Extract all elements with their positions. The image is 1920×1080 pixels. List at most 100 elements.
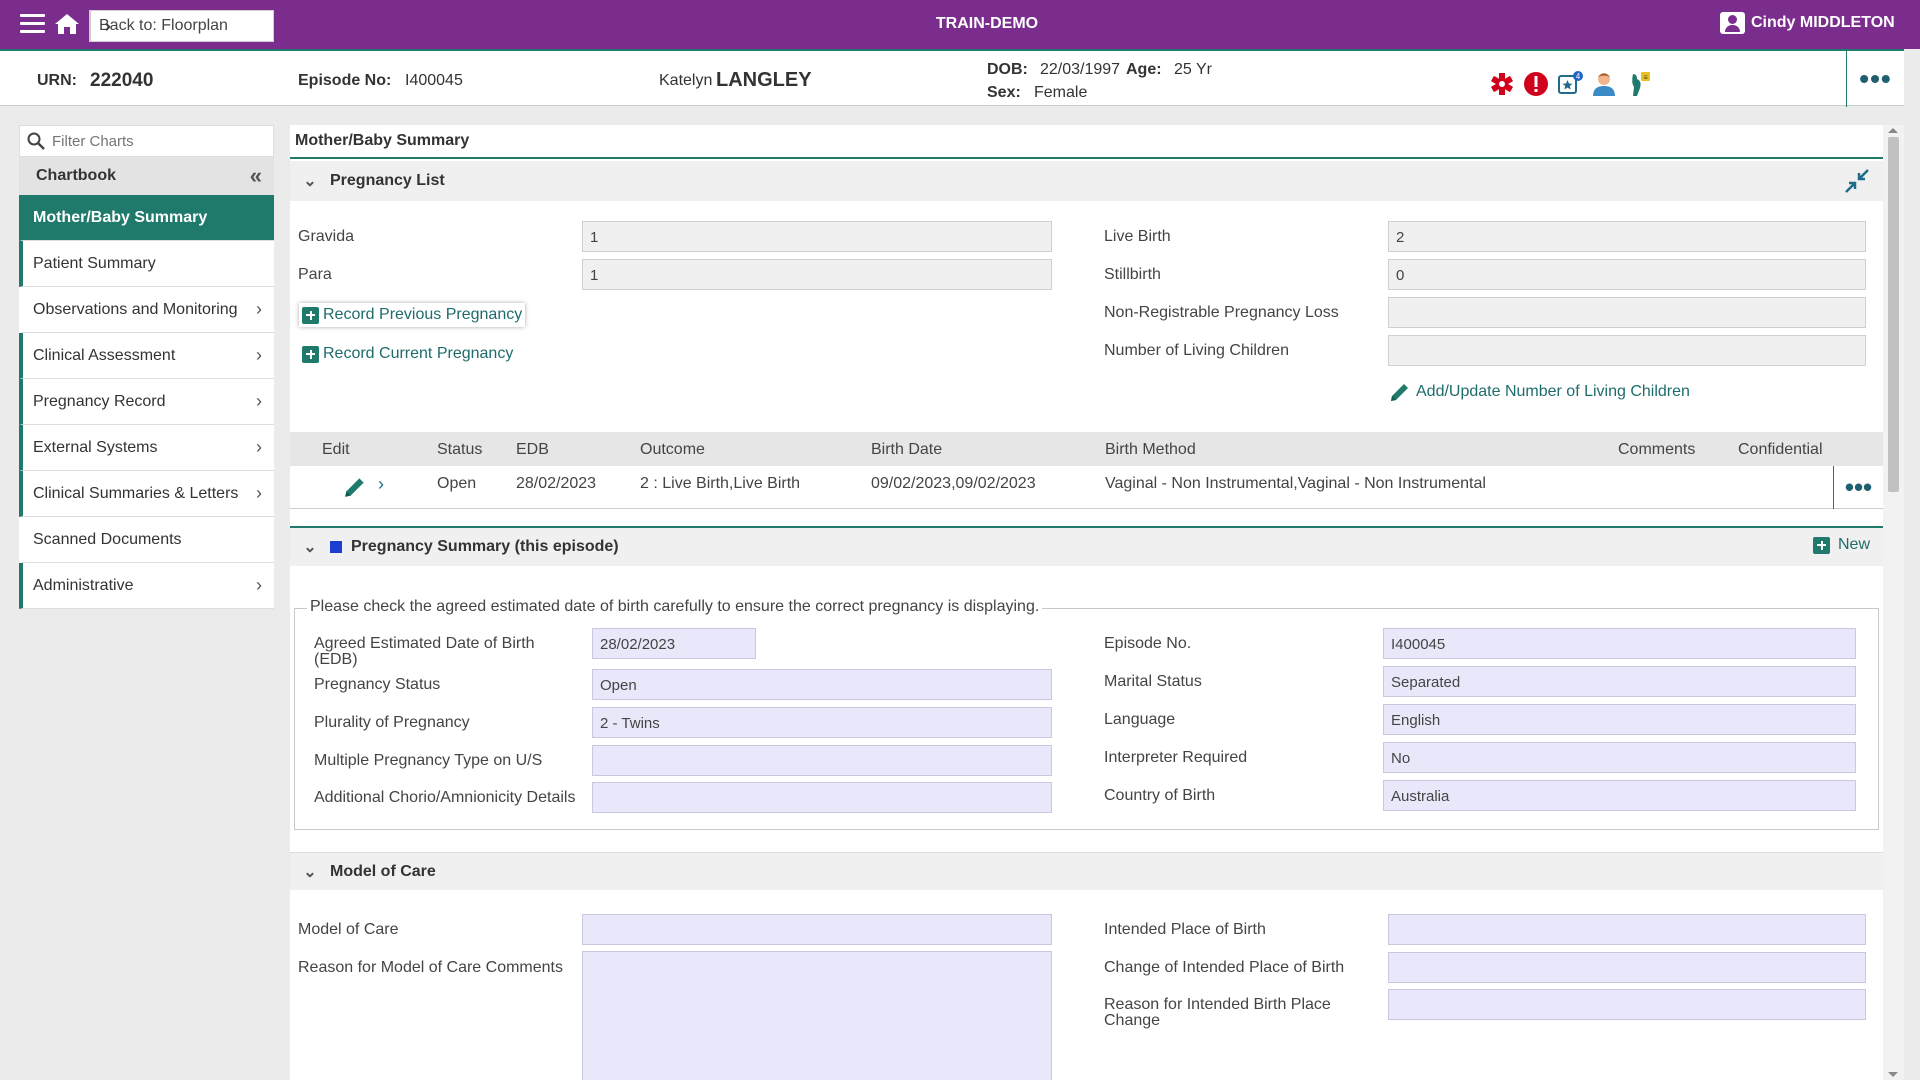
episode-no-label: Episode No.	[1104, 635, 1192, 652]
pregnancy-list-header[interactable]: ⌄ Pregnancy List	[290, 161, 1883, 201]
marital-status-field[interactable]: Separated	[1383, 666, 1856, 697]
language-label: Language	[1104, 711, 1176, 728]
chevron-down-icon[interactable]: ⌄	[290, 862, 330, 882]
chevron-right-icon: ›	[256, 483, 262, 503]
pregnancy-list-title: Pregnancy List	[330, 172, 445, 189]
clinician-icon[interactable]	[1591, 71, 1617, 97]
chorio-label: Additional Chorio/Amnionicity Details	[314, 789, 576, 806]
scroll-down-arrow-icon[interactable]	[1888, 1072, 1898, 1077]
chorio-field[interactable]	[592, 782, 1052, 813]
country-field[interactable]: Australia	[1383, 780, 1856, 811]
sidebar-item-pregnancy-record[interactable]: Pregnancy Record ›	[19, 379, 274, 425]
sidebar-item-clinical-assessment[interactable]: Clinical Assessment ›	[19, 333, 274, 379]
episode-no-field[interactable]: I400045	[1383, 628, 1856, 659]
col-status: Status	[437, 441, 483, 458]
plus-icon	[302, 345, 319, 363]
scrollbar-thumb[interactable]	[1888, 137, 1899, 492]
search-icon	[20, 126, 52, 156]
pregnancy-status-field[interactable]: Open	[592, 669, 1052, 700]
age-label: Age:	[1126, 61, 1162, 78]
page-title: Mother/Baby Summary	[290, 125, 1883, 159]
record-current-pregnancy-link[interactable]: Record Current Pregnancy	[302, 345, 513, 363]
chevron-down-icon[interactable]: ⌄	[290, 171, 330, 191]
language-field[interactable]: English	[1383, 704, 1856, 735]
sex-value: Female	[1034, 84, 1088, 101]
medical-alert-icon[interactable]	[1489, 71, 1515, 97]
plus-icon	[302, 306, 319, 324]
change-intended-label: Change of Intended Place of Birth	[1104, 959, 1345, 976]
intended-place-field[interactable]	[1388, 914, 1866, 945]
change-intended-field[interactable]	[1388, 952, 1866, 983]
model-of-care-field[interactable]	[582, 914, 1052, 945]
record-previous-pregnancy-link[interactable]: Record Previous Pregnancy	[299, 303, 525, 327]
minimize-icon[interactable]	[1844, 168, 1870, 194]
live-birth-field: 2	[1388, 221, 1866, 252]
marital-status-label: Marital Status	[1104, 673, 1202, 690]
row-status: Open	[437, 475, 477, 492]
model-of-care-label: Model of Care	[298, 921, 399, 938]
row-more-button[interactable]: •••	[1833, 466, 1883, 509]
user-name: Cindy MIDDLETON	[1751, 14, 1895, 31]
edit-pencil-icon[interactable]	[342, 474, 368, 500]
edb-field[interactable]: 28/02/2023	[592, 628, 756, 659]
nrpl-label: Non-Registrable Pregnancy Loss	[1104, 304, 1339, 321]
sidebar-item-label: Patient Summary	[33, 254, 156, 272]
table-row[interactable]: › Open 28/02/2023 2 : Live Birth,Live Bi…	[290, 466, 1883, 509]
reason-change-field[interactable]	[1388, 989, 1866, 1020]
banner-more-button[interactable]: •••	[1846, 51, 1904, 107]
patient-banner: URN: 222040 Episode No: I400045 Katelyn …	[0, 49, 1904, 107]
user-icon	[1720, 12, 1745, 34]
reason-moc-textarea[interactable]	[582, 951, 1052, 1080]
edb-label: Agreed Estimated Date of Birth (EDB)	[314, 635, 535, 668]
plurality-label: Plurality of Pregnancy	[314, 714, 470, 731]
patient-first-name: Katelyn	[659, 72, 713, 89]
scroll-up-arrow-icon[interactable]	[1888, 128, 1898, 133]
collapse-sidebar-icon[interactable]: «	[250, 163, 262, 189]
sidebar: Chartbook « Mother/Baby Summary Patient …	[19, 125, 274, 609]
col-confidential: Confidential	[1738, 441, 1823, 458]
edb-notice: Please check the agreed estimated date o…	[307, 598, 1043, 616]
plus-icon	[1813, 536, 1830, 554]
living-children-label: Number of Living Children	[1104, 342, 1289, 359]
sidebar-item-clinical-summaries-letters[interactable]: Clinical Summaries & Letters ›	[19, 471, 274, 517]
pregnancy-summary-header[interactable]: ⌄ Pregnancy Summary (this episode)	[290, 526, 1883, 566]
sidebar-item-label: Scanned Documents	[33, 530, 182, 548]
intended-place-label: Intended Place of Birth	[1104, 921, 1266, 938]
pregnancy-icon[interactable]: ≡	[1625, 71, 1651, 97]
sidebar-item-observations-monitoring[interactable]: Observations and Monitoring ›	[19, 287, 274, 333]
multiple-type-field[interactable]	[592, 745, 1052, 776]
chevron-down-icon[interactable]: ⌄	[290, 537, 330, 557]
top-bar: Back to: Floorplan › TRAIN-DEMO Cindy MI…	[0, 0, 1920, 49]
environment-title: TRAIN-DEMO	[935, 15, 1039, 32]
living-children-field	[1388, 335, 1866, 366]
interpreter-field[interactable]: No	[1383, 742, 1856, 773]
alert-exclamation-icon[interactable]	[1523, 71, 1549, 97]
plurality-field[interactable]: 2 - Twins	[592, 707, 1052, 738]
row-birth-method: Vaginal - Non Instrumental,Vaginal - Non…	[1105, 475, 1486, 492]
model-of-care-header[interactable]: ⌄ Model of Care	[290, 852, 1883, 890]
main-scrollbar[interactable]	[1883, 125, 1904, 1080]
gravida-label: Gravida	[298, 228, 355, 245]
reason-change-label: Reason for Intended Birth Place Change	[1104, 996, 1331, 1029]
record-previous-pregnancy-label: Record Previous Pregnancy	[323, 306, 523, 323]
chartbook-label: Chartbook	[36, 167, 116, 184]
sidebar-item-patient-summary[interactable]: Patient Summary	[19, 241, 274, 287]
new-pregnancy-summary-button[interactable]: New	[1813, 536, 1870, 554]
chartbook-header: Chartbook «	[19, 157, 274, 195]
chevron-right-icon[interactable]: ›	[378, 474, 384, 495]
multiple-type-label: Multiple Pregnancy Type on U/S	[314, 752, 543, 769]
sidebar-item-scanned-documents[interactable]: Scanned Documents	[19, 517, 274, 563]
filter-charts-input[interactable]	[52, 132, 252, 150]
add-update-living-children-link[interactable]: Add/Update Number of Living Children	[1388, 380, 1690, 404]
main-panel: Mother/Baby Summary ⌄ Pregnancy List Gra…	[290, 125, 1883, 1080]
episode-label: Episode No:	[298, 72, 392, 89]
sidebar-item-external-systems[interactable]: External Systems ›	[19, 425, 274, 471]
live-birth-label: Live Birth	[1104, 228, 1171, 245]
new-label: New	[1838, 536, 1871, 553]
row-birth-date: 09/02/2023,09/02/2023	[871, 475, 1036, 492]
user-menu[interactable]: Cindy MIDDLETON	[1700, 12, 1920, 34]
sidebar-item-mother-baby-summary[interactable]: Mother/Baby Summary	[19, 195, 274, 241]
sidebar-item-label: Mother/Baby Summary	[33, 208, 208, 226]
task-star-icon[interactable]: 4	[1557, 71, 1583, 97]
sidebar-item-administrative[interactable]: Administrative ›	[19, 563, 274, 609]
